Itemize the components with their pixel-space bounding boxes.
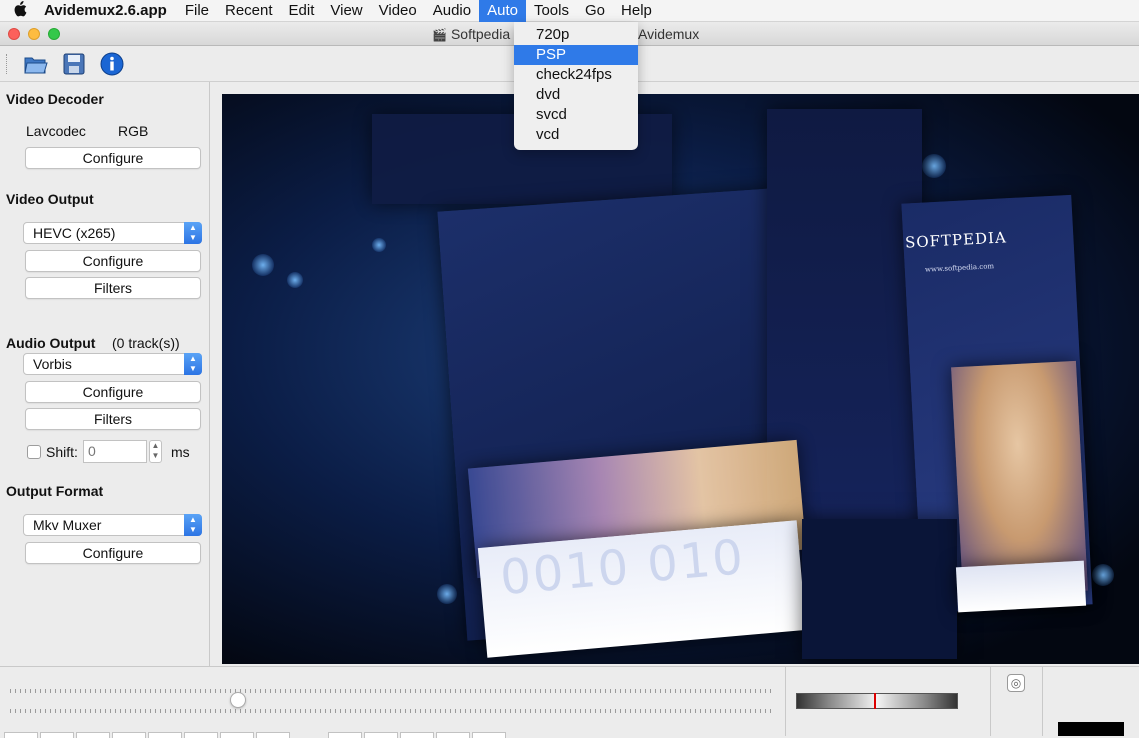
divider	[990, 667, 991, 736]
output-format-heading: Output Format	[6, 483, 104, 499]
format-configure-button[interactable]: Configure	[25, 542, 201, 564]
nav-button[interactable]	[76, 732, 110, 738]
audio-codec-value: Vorbis	[33, 356, 72, 372]
video-decoder-heading: Video Decoder	[6, 91, 104, 107]
audio-codec-select[interactable]: Vorbis ▲ ▼	[23, 353, 202, 375]
shift-label: Shift:	[46, 444, 78, 460]
nav-button[interactable]	[40, 732, 74, 738]
menu-recent[interactable]: Recent	[217, 0, 281, 22]
menu-item-check24fps[interactable]: check24fps	[514, 65, 638, 85]
audio-filters-button[interactable]: Filters	[25, 408, 201, 430]
decoder-format-label: RGB	[118, 123, 149, 139]
menu-item-vcd[interactable]: vcd	[514, 125, 638, 145]
save-disk-icon[interactable]	[60, 51, 88, 77]
bokeh-light	[287, 272, 303, 288]
menu-item-svcd[interactable]: svcd	[514, 105, 638, 125]
open-folder-icon[interactable]	[22, 51, 50, 77]
output-format-select[interactable]: Mkv Muxer ▲ ▼	[23, 514, 202, 536]
minimize-window-button[interactable]	[28, 28, 40, 40]
clapperboard-icon: 🎬	[432, 28, 447, 42]
divider	[785, 667, 786, 736]
info-icon[interactable]	[98, 51, 126, 77]
apple-menu-icon[interactable]	[0, 0, 40, 21]
timeline-slider-handle[interactable]	[230, 692, 246, 708]
window-title: 🎬 Softpedia	[432, 26, 510, 42]
audio-configure-button[interactable]: Configure	[25, 381, 201, 403]
audio-output-heading: Audio Output	[6, 335, 96, 351]
close-window-button[interactable]	[8, 28, 20, 40]
select-arrows-icon: ▲ ▼	[184, 222, 202, 244]
nav-button[interactable]	[436, 732, 470, 738]
nav-button[interactable]	[472, 732, 506, 738]
time-display	[1058, 722, 1124, 736]
select-arrows-icon: ▲ ▼	[184, 353, 202, 375]
timeline-ticks	[10, 709, 772, 713]
shift-unit-label: ms	[171, 444, 190, 460]
menu-bar: Avidemux2.6.app File Recent Edit View Vi…	[0, 0, 1139, 22]
decoder-codec-label: Lavcodec	[26, 123, 86, 139]
video-codec-value: HEVC (x265)	[33, 225, 116, 241]
select-arrows-icon: ▲ ▼	[184, 514, 202, 536]
app-menu[interactable]: Avidemux2.6.app	[40, 0, 177, 22]
audio-track-count: (0 track(s))	[112, 335, 180, 351]
window-title-left: Softpedia	[450, 26, 511, 42]
menu-view[interactable]: View	[322, 0, 370, 22]
nav-button[interactable]	[256, 732, 290, 738]
settings-panel: Video Decoder Lavcodec RGB Configure Vid…	[0, 82, 210, 666]
bokeh-light	[1092, 564, 1114, 586]
speaker-icon[interactable]: ◎	[1007, 674, 1025, 692]
bokeh-light	[372, 238, 386, 252]
video-output-heading: Video Output	[6, 191, 94, 207]
menu-item-dvd[interactable]: dvd	[514, 85, 638, 105]
menu-audio[interactable]: Audio	[425, 0, 479, 22]
nav-button[interactable]	[364, 732, 398, 738]
divider	[1042, 667, 1043, 736]
toolbar-grip[interactable]	[6, 54, 9, 74]
volume-meter[interactable]	[796, 693, 958, 709]
window-title-right: Avidemux	[638, 26, 700, 42]
zoom-window-button[interactable]	[48, 28, 60, 40]
menu-file[interactable]: File	[177, 0, 217, 22]
bokeh-light	[252, 254, 274, 276]
nav-button[interactable]	[112, 732, 146, 738]
nav-button[interactable]	[184, 732, 218, 738]
decoder-configure-button[interactable]: Configure	[25, 147, 201, 169]
auto-dropdown-menu: 720p PSP check24fps dvd svcd vcd	[514, 22, 638, 150]
nav-button[interactable]	[148, 732, 182, 738]
shift-stepper[interactable]: ▲ ▼	[149, 440, 162, 463]
menu-tools[interactable]: Tools	[526, 0, 577, 22]
menu-auto[interactable]: Auto	[479, 0, 526, 22]
nav-button[interactable]	[328, 732, 362, 738]
menu-help[interactable]: Help	[613, 0, 660, 22]
shift-checkbox[interactable]	[27, 445, 41, 459]
video-configure-button[interactable]: Configure	[25, 250, 201, 272]
nav-button[interactable]	[4, 732, 38, 738]
video-codec-select[interactable]: HEVC (x265) ▲ ▼	[23, 222, 202, 244]
playback-controls: ◎	[0, 666, 1139, 738]
cover-gap	[802, 519, 957, 659]
volume-marker	[874, 693, 876, 709]
binary-strip	[955, 560, 1087, 613]
menu-item-psp[interactable]: PSP	[514, 45, 638, 65]
video-preview: 0010 010 SOFTPEDIA www.softpedia.com	[222, 94, 1139, 664]
nav-button[interactable]	[400, 732, 434, 738]
timeline-ticks	[10, 689, 772, 693]
bokeh-light	[922, 154, 946, 178]
menu-go[interactable]: Go	[577, 0, 613, 22]
nav-button[interactable]	[220, 732, 254, 738]
bokeh-light	[437, 584, 457, 604]
menu-item-720p[interactable]: 720p	[514, 25, 638, 45]
output-format-value: Mkv Muxer	[33, 517, 102, 533]
shift-input[interactable]: 0	[83, 440, 147, 463]
menu-video[interactable]: Video	[371, 0, 425, 22]
menu-edit[interactable]: Edit	[281, 0, 323, 22]
video-filters-button[interactable]: Filters	[25, 277, 201, 299]
